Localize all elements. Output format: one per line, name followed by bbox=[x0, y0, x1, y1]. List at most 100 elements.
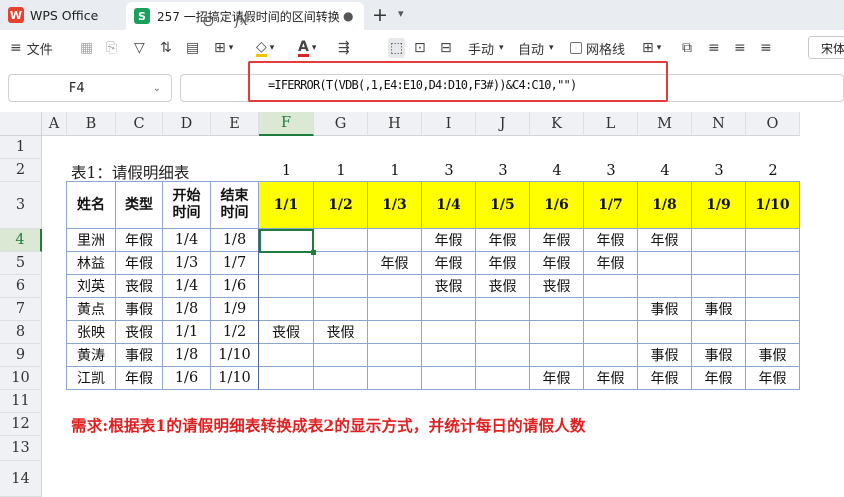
leave-day-cell[interactable] bbox=[259, 252, 314, 275]
new-tab-icon[interactable]: + bbox=[372, 4, 388, 26]
align-center-icon[interactable]: ≡ bbox=[734, 38, 746, 58]
row-header-4[interactable]: 4 bbox=[0, 229, 42, 252]
row-header-5[interactable]: 5 bbox=[0, 252, 42, 275]
leave-day-cell[interactable] bbox=[259, 275, 314, 298]
column-header-l[interactable]: L bbox=[584, 112, 638, 136]
font-color-icon[interactable]: A ▾ bbox=[298, 38, 316, 58]
record-start-cell[interactable]: 1/8 bbox=[163, 344, 211, 367]
leave-day-cell[interactable]: 年假 bbox=[476, 229, 530, 252]
autofit-icon[interactable]: ⬚ bbox=[388, 38, 406, 58]
leave-day-cell[interactable]: 事假 bbox=[638, 298, 692, 321]
leave-day-cell[interactable] bbox=[746, 321, 800, 344]
row-header-7[interactable]: 7 bbox=[0, 298, 42, 321]
leave-day-cell[interactable] bbox=[368, 229, 422, 252]
leave-day-cell[interactable] bbox=[746, 298, 800, 321]
leave-day-cell[interactable] bbox=[530, 344, 584, 367]
leave-day-cell[interactable]: 事假 bbox=[746, 344, 800, 367]
daily-count-cell[interactable]: 3 bbox=[584, 159, 638, 182]
leave-day-cell[interactable] bbox=[368, 275, 422, 298]
wrap-text-icon[interactable]: ⇶ bbox=[338, 38, 350, 58]
row-header-13[interactable]: 13 bbox=[0, 436, 42, 461]
row-header-9[interactable]: 9 bbox=[0, 344, 42, 367]
record-end-cell[interactable]: 1/2 bbox=[211, 321, 259, 344]
record-name-cell[interactable]: 张映 bbox=[67, 321, 116, 344]
daily-count-cell[interactable]: 3 bbox=[476, 159, 530, 182]
borders-icon[interactable]: ⊞ ▾ bbox=[214, 38, 233, 58]
record-start-cell[interactable]: 1/3 bbox=[163, 252, 211, 275]
file-menu-button[interactable]: ≡ 文件 bbox=[10, 38, 53, 58]
leave-day-cell[interactable] bbox=[638, 321, 692, 344]
align-left-icon[interactable]: ≡ bbox=[708, 38, 720, 58]
leave-day-cell[interactable]: 事假 bbox=[638, 344, 692, 367]
row-header-11[interactable]: 11 bbox=[0, 390, 42, 413]
name-box[interactable]: F4 ⌄ bbox=[8, 74, 172, 102]
leave-day-cell[interactable]: 年假 bbox=[638, 367, 692, 390]
column-header-f[interactable]: F bbox=[259, 112, 314, 136]
leave-day-cell[interactable]: 年假 bbox=[746, 367, 800, 390]
leave-day-cell[interactable] bbox=[692, 321, 746, 344]
column-header-j[interactable]: J bbox=[476, 112, 530, 136]
leave-day-cell[interactable] bbox=[692, 275, 746, 298]
date-header-cell[interactable]: 1/5 bbox=[476, 182, 530, 229]
record-end-cell[interactable]: 1/8 bbox=[211, 229, 259, 252]
fill-down-icon[interactable]: ▤ bbox=[186, 38, 199, 58]
column-header-a[interactable]: A bbox=[42, 112, 67, 136]
leave-day-cell[interactable] bbox=[476, 321, 530, 344]
leave-day-cell[interactable] bbox=[368, 298, 422, 321]
paste-icon[interactable]: ⎘ bbox=[106, 38, 117, 58]
date-header-cell[interactable]: 1/10 bbox=[746, 182, 800, 229]
header-type[interactable]: 类型 bbox=[116, 182, 163, 229]
leave-day-cell[interactable] bbox=[638, 275, 692, 298]
leave-day-cell[interactable] bbox=[422, 298, 476, 321]
close-tab-icon[interactable]: ● bbox=[343, 9, 353, 23]
date-header-cell[interactable]: 1/8 bbox=[638, 182, 692, 229]
leave-day-cell[interactable] bbox=[746, 275, 800, 298]
sheet-grid[interactable]: A B C D E F G H I J K L M N O 1 2 3 4 5 6 7 8 9 10 11 12 13 14 表1：请假明… bbox=[0, 112, 844, 497]
leave-day-cell[interactable]: 年假 bbox=[422, 229, 476, 252]
leave-day-cell[interactable]: 年假 bbox=[584, 367, 638, 390]
freeze-panes-icon[interactable]: ⊡ bbox=[414, 38, 426, 58]
leave-day-cell[interactable] bbox=[368, 367, 422, 390]
daily-count-cell[interactable]: 1 bbox=[259, 159, 314, 182]
leave-day-cell[interactable] bbox=[584, 344, 638, 367]
row-header-10[interactable]: 10 bbox=[0, 367, 42, 390]
leave-day-cell[interactable] bbox=[476, 298, 530, 321]
daily-count-cell[interactable]: 3 bbox=[422, 159, 476, 182]
leave-day-cell[interactable]: 丧假 bbox=[476, 275, 530, 298]
leave-day-cell[interactable] bbox=[692, 229, 746, 252]
record-end-cell[interactable]: 1/7 bbox=[211, 252, 259, 275]
row-header-14[interactable]: 14 bbox=[0, 461, 42, 497]
date-header-cell[interactable]: 1/1 bbox=[259, 182, 314, 229]
leave-day-cell[interactable] bbox=[530, 298, 584, 321]
fx-icon[interactable]: fx bbox=[235, 13, 248, 29]
leave-day-cell[interactable]: 年假 bbox=[368, 252, 422, 275]
daily-count-cell[interactable]: 1 bbox=[314, 159, 368, 182]
leave-day-cell[interactable] bbox=[314, 298, 368, 321]
leave-day-cell[interactable] bbox=[692, 252, 746, 275]
date-header-cell[interactable]: 1/6 bbox=[530, 182, 584, 229]
gridlines-checkbox[interactable] bbox=[570, 42, 582, 54]
filter-icon[interactable]: ▽ bbox=[134, 38, 145, 58]
header-end[interactable]: 结束 时间 bbox=[211, 182, 259, 229]
leave-day-cell[interactable] bbox=[476, 344, 530, 367]
leave-day-cell[interactable] bbox=[422, 344, 476, 367]
leave-day-cell[interactable]: 年假 bbox=[584, 252, 638, 275]
row-header-12[interactable]: 12 bbox=[0, 413, 42, 436]
daily-count-cell[interactable]: 2 bbox=[746, 159, 800, 182]
row-header-1[interactable]: 1 bbox=[0, 136, 42, 159]
column-header-c[interactable]: C bbox=[116, 112, 163, 136]
leave-day-cell[interactable]: 年假 bbox=[530, 252, 584, 275]
column-header-i[interactable]: I bbox=[422, 112, 476, 136]
leave-day-cell[interactable] bbox=[746, 229, 800, 252]
leave-day-cell[interactable] bbox=[422, 321, 476, 344]
record-type-cell[interactable]: 事假 bbox=[116, 344, 163, 367]
leave-day-cell[interactable]: 丧假 bbox=[422, 275, 476, 298]
leave-day-cell[interactable]: 年假 bbox=[530, 229, 584, 252]
leave-day-cell[interactable] bbox=[368, 321, 422, 344]
row-header-2[interactable]: 2 bbox=[0, 159, 42, 182]
leave-day-cell[interactable]: 年假 bbox=[530, 367, 584, 390]
leave-day-cell[interactable] bbox=[259, 344, 314, 367]
leave-day-cell[interactable] bbox=[638, 252, 692, 275]
record-type-cell[interactable]: 丧假 bbox=[116, 275, 163, 298]
cell-style-icon[interactable]: ⊞ ▾ bbox=[642, 38, 661, 58]
